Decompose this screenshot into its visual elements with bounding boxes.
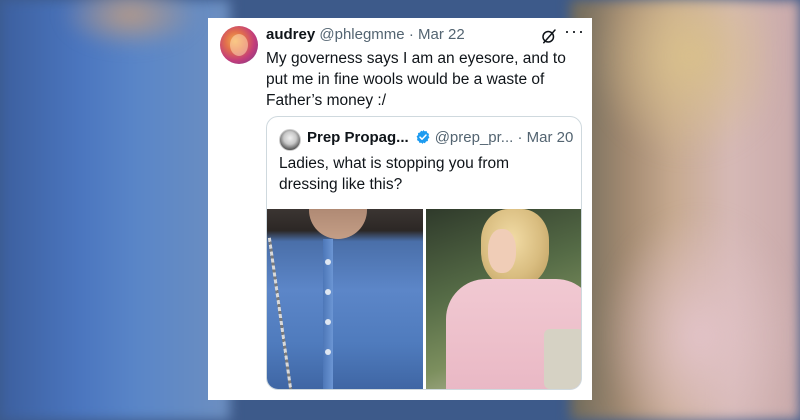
blue-cable-knit-cardigan-photo[interactable] — [267, 209, 423, 389]
photo-face — [488, 229, 516, 273]
avatar[interactable] — [220, 26, 258, 64]
quoted-tweet-text: Ladies, what is stopping you from dressi… — [279, 155, 510, 193]
blurred-background-left-detail — [60, 0, 200, 50]
display-name[interactable]: audrey — [266, 26, 315, 43]
tweet-text: My governess says I am an eyesore, and t… — [266, 50, 566, 109]
blurred-background-right-hair — [590, 0, 770, 160]
blurred-background-right-sweater — [600, 210, 800, 420]
quoted-tweet-header: Prep Propag... @prep_pr... · Mar 20 — [307, 129, 573, 146]
cardigan-button — [325, 349, 331, 355]
pink-cable-knit-sweater-photo[interactable] — [426, 209, 581, 389]
tweet-card[interactable]: audrey @phlegmme · Mar 22 ··· My governe… — [208, 18, 592, 400]
bag-chain-strap — [267, 237, 294, 389]
handle[interactable]: @phlegmme — [319, 26, 404, 43]
quoted-separator: · — [517, 129, 523, 146]
cardigan-button — [325, 289, 331, 295]
verified-badge-icon — [416, 130, 430, 144]
more-icon[interactable]: ··· — [564, 22, 584, 44]
quoted-tweet-date[interactable]: Mar 20 — [527, 129, 574, 146]
grok-icon[interactable] — [540, 27, 558, 45]
separator: · — [408, 26, 414, 43]
quoted-display-name[interactable]: Prep Propag... — [307, 129, 409, 146]
photo-neck — [309, 209, 367, 239]
quoted-handle[interactable]: @prep_pr... — [435, 129, 514, 146]
tweet-date[interactable]: Mar 22 — [418, 26, 465, 43]
photo-chair — [544, 329, 581, 389]
quoted-tweet[interactable]: Prep Propag... @prep_pr... · Mar 20 Ladi… — [266, 116, 582, 390]
cardigan-button — [325, 319, 331, 325]
blurred-background-left — [0, 0, 230, 420]
cardigan-button — [325, 259, 331, 265]
quoted-avatar[interactable] — [279, 129, 301, 151]
tweet-header: audrey @phlegmme · Mar 22 — [266, 26, 465, 43]
